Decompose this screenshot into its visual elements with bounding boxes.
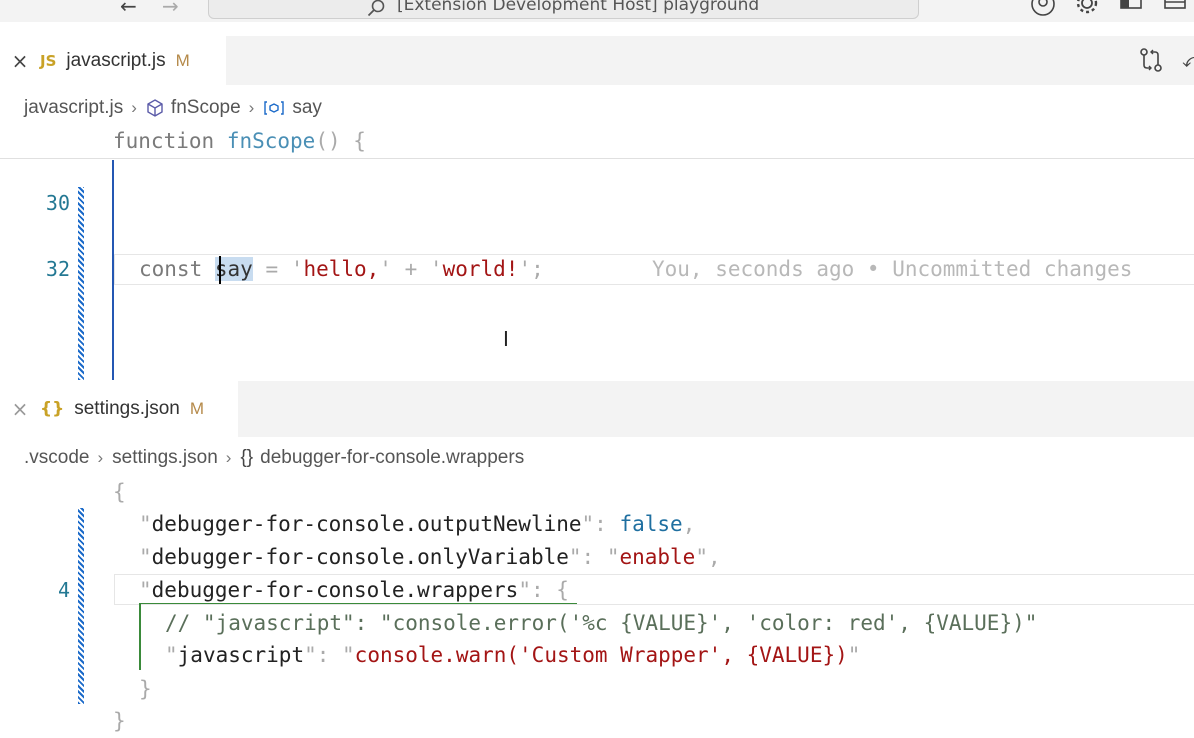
breadcrumb-symbol[interactable]: say (292, 97, 322, 119)
open-brace: { (113, 480, 126, 504)
quote: " (139, 578, 152, 602)
tab-javascript-js[interactable]: × JS javascript.js M (0, 36, 226, 85)
json-line-javascript: "javascript": "console.warn('Custom Wrap… (165, 639, 860, 672)
diff-gutter-modified[interactable] (78, 508, 84, 704)
breadcrumb-symbol[interactable]: debugger-for-console.wrappers (260, 447, 524, 469)
close-brace-inner: } (139, 677, 152, 701)
close-icon[interactable]: × (0, 399, 40, 419)
parens: () (315, 129, 341, 153)
quote-colon: ": " (568, 545, 620, 569)
modified-badge: M (189, 399, 205, 418)
operator: = (265, 257, 279, 281)
quote-colon: ": (581, 512, 620, 536)
json-line-only-variable: "debugger-for-console.onlyVariable": "en… (139, 541, 721, 574)
chevron-right-icon: › (225, 448, 232, 467)
diff-gutter-modified[interactable] (78, 187, 84, 380)
semicolon: ; (531, 257, 544, 281)
json-key: debugger-for-console.onlyVariable (151, 545, 569, 569)
string-literal: hello, (303, 257, 380, 281)
quote: ' (518, 257, 532, 281)
close-brace-outer: } (113, 709, 126, 733)
quote-colon: ": (518, 578, 557, 602)
open-brace: { (556, 578, 569, 602)
git-compare-icon[interactable] (1138, 47, 1164, 77)
bottom-editor-tabbar: × {} settings.json M (0, 381, 1194, 437)
chevron-right-icon: › (131, 98, 137, 117)
object-icon: {} (240, 447, 254, 468)
json-string: enable (619, 545, 696, 569)
forward-arrow-icon[interactable]: → (162, 0, 179, 18)
breadcrumb: javascript.js › fnScope › say (0, 89, 1194, 127)
back-arrow-icon[interactable]: ← (120, 0, 137, 18)
json-key: javascript (177, 643, 305, 667)
keyword-const: const (139, 257, 203, 281)
quote: ' (429, 257, 443, 281)
more-menu-icon[interactable]: ··· (22, 0, 46, 11)
json-key: debugger-for-console.outputNewline (151, 512, 582, 536)
breadcrumb-folder[interactable]: .vscode (24, 447, 89, 469)
sticky-line: function fnScope() { (113, 125, 366, 158)
function-name: fnScope (226, 129, 316, 153)
string-literal: world! (442, 257, 519, 281)
line-number: 4 (57, 578, 70, 602)
quote: " (139, 512, 152, 536)
sidebar-toggle-icon[interactable] (1118, 0, 1144, 18)
chevron-right-icon: › (97, 448, 104, 467)
bottom-editor-body[interactable]: { "debugger-for-console.outputNewline": … (0, 476, 1194, 738)
line-number: 32 (45, 257, 70, 281)
quote: ' (379, 257, 392, 281)
sticky-scroll[interactable]: function fnScope() { (0, 124, 1194, 159)
gear-icon[interactable] (1074, 0, 1100, 18)
modified-badge: M (175, 50, 190, 70)
code-line-32: const say = 'hello,' + 'world!'; (139, 253, 544, 286)
line-number: 30 (45, 191, 70, 215)
added-lines-indicator (139, 604, 141, 670)
top-editor-tabbar: × JS javascript.js M ⤺ (0, 36, 1194, 85)
top-editor-body[interactable]: 30 32 const say = 'hello,' + 'world!'; Y… (0, 160, 1194, 380)
added-range-top (139, 603, 577, 604)
operator: + (404, 257, 418, 281)
quote: " (847, 643, 861, 667)
command-center-label: [Extension Development Host] playground (397, 0, 760, 15)
breadcrumb-file[interactable]: settings.json (112, 447, 218, 469)
quote-comma: ", (695, 545, 721, 569)
editor-actions: ⤺ (1134, 36, 1194, 85)
breadcrumb: .vscode › settings.json › {} debugger-fo… (0, 439, 1194, 477)
quote: ' (290, 257, 304, 281)
title-bar: ··· ← → [Extension Development Host] pla… (0, 0, 1194, 22)
title-actions (1014, 0, 1194, 18)
keyword-function: function (113, 129, 215, 153)
more-actions-icon[interactable]: ⤺ (1182, 48, 1194, 72)
git-blame-annotation: You, seconds ago • Uncommitted changes (652, 257, 1133, 281)
json-bool: false (619, 512, 683, 536)
variable-icon (263, 100, 285, 116)
json-key: debugger-for-console.wrappers (151, 578, 519, 602)
search-icon (367, 0, 385, 17)
mouse-ibeam-cursor: I (503, 327, 509, 351)
text-cursor (219, 256, 221, 284)
cube-icon (146, 99, 164, 117)
comma: , (682, 512, 696, 536)
javascript-file-icon: JS (40, 51, 57, 70)
close-icon[interactable]: × (0, 51, 40, 71)
json-line-output-newline: "debugger-for-console.outputNewline": fa… (139, 508, 695, 541)
open-brace: { (353, 129, 366, 153)
command-center[interactable]: [Extension Development Host] playground (208, 0, 919, 19)
quote: " (165, 643, 178, 667)
json-file-icon: {} (40, 399, 65, 419)
json-comment: // "javascript": "console.error('%c {VAL… (165, 611, 1038, 635)
tab-settings-json[interactable]: × {} settings.json M (0, 381, 238, 437)
json-string: console.warn('Custom Wrapper', {VALUE}) (354, 643, 848, 667)
chevron-right-icon: › (248, 98, 255, 117)
quote: " (139, 545, 152, 569)
tab-label: settings.json (74, 398, 180, 419)
quote-colon: ": " (304, 643, 355, 667)
panel-toggle-icon[interactable] (1162, 0, 1188, 18)
account-icon[interactable] (1030, 0, 1056, 18)
tab-label: javascript.js (66, 49, 166, 71)
breadcrumb-file[interactable]: javascript.js (24, 97, 123, 119)
breadcrumb-scope[interactable]: fnScope (171, 97, 241, 119)
